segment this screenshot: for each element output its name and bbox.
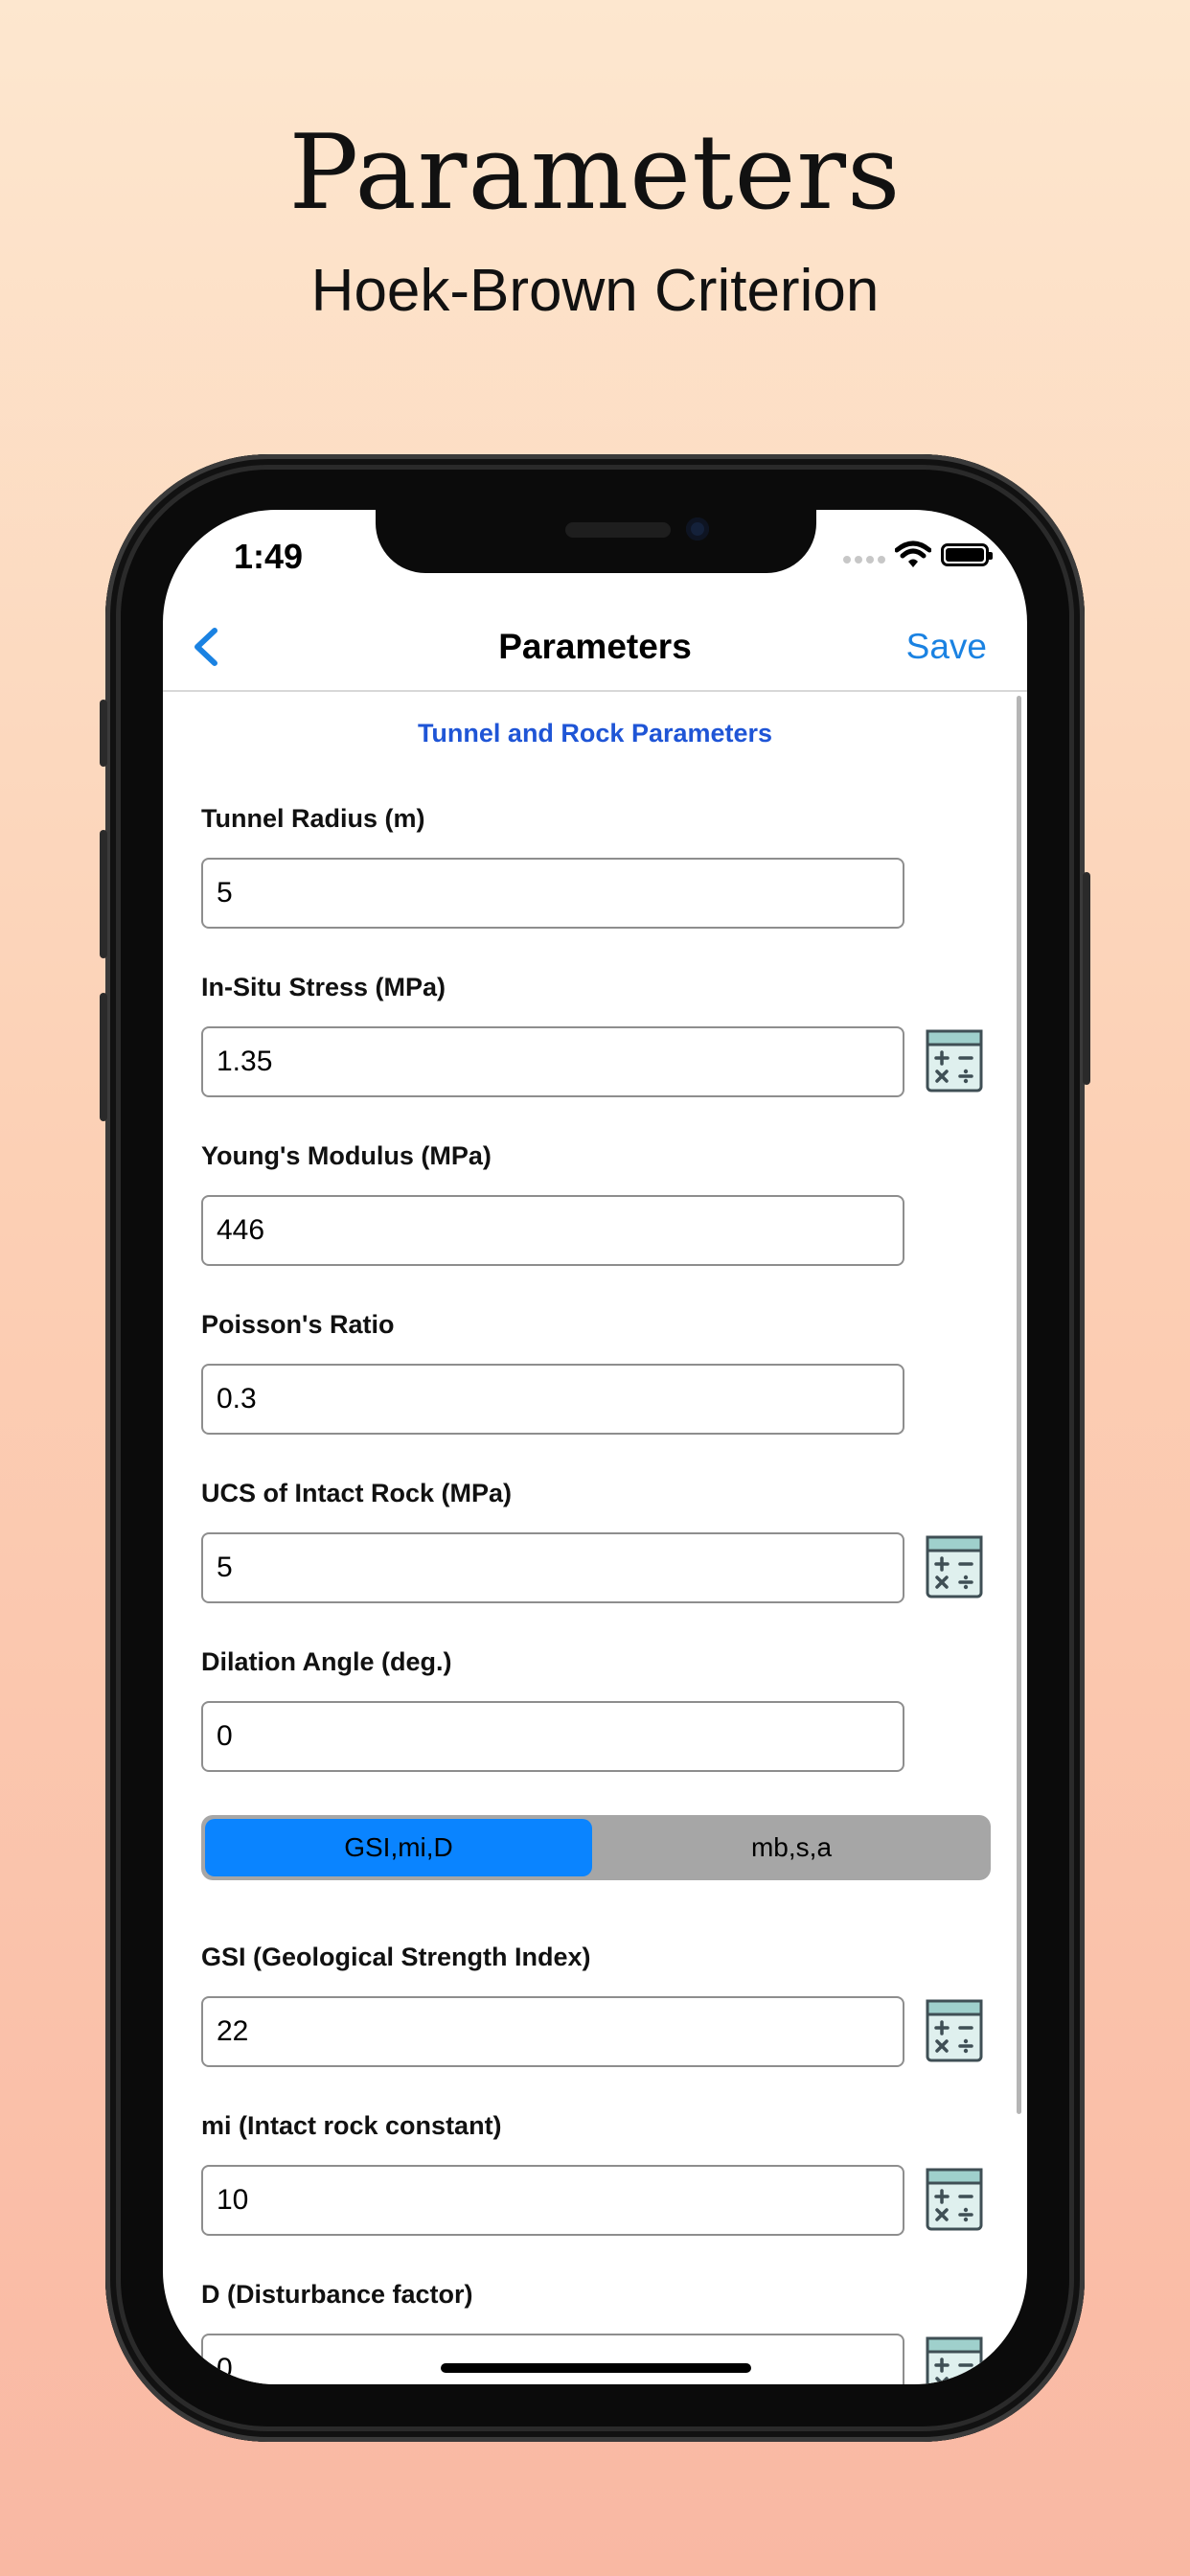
disturbance-factor-label: D (Disturbance factor) — [201, 2280, 473, 2309]
youngs-modulus-input[interactable] — [201, 1195, 904, 1266]
speaker-grille — [565, 522, 671, 538]
scrollbar[interactable] — [1017, 696, 1021, 2114]
calculator-icon[interactable] — [926, 2336, 983, 2384]
save-button[interactable]: Save — [906, 627, 987, 667]
phone-power-button — [1083, 872, 1090, 1085]
segment-mb-s-a[interactable]: mb,s,a — [598, 1819, 985, 1876]
cellular-dots-icon — [843, 540, 885, 569]
battery-icon — [941, 543, 993, 566]
page-title: Parameters — [498, 627, 692, 666]
ucs-label: UCS of Intact Rock (MPa) — [201, 1479, 513, 1507]
home-indicator[interactable] — [441, 2363, 751, 2373]
youngs-modulus-label: Young's Modulus (MPa) — [201, 1141, 492, 1170]
gsi-input[interactable] — [201, 1996, 904, 2067]
gsi-label: GSI (Geological Strength Index) — [201, 1943, 591, 1971]
phone-volume-down — [100, 993, 107, 1121]
app-screen: 1:49 Parameters Save Tunnel and Rock Par… — [163, 510, 1027, 2384]
poissons-ratio-input[interactable] — [201, 1364, 904, 1435]
section-title: Tunnel and Rock Parameters — [417, 719, 773, 748]
camera-icon — [686, 518, 709, 540]
tunnel-radius-input[interactable] — [201, 858, 904, 929]
ucs-input[interactable] — [201, 1532, 904, 1603]
mi-input[interactable] — [201, 2165, 904, 2236]
phone-mute-switch — [100, 700, 107, 767]
promo-title: Parameters — [288, 113, 902, 233]
disturbance-factor-input[interactable] — [201, 2334, 904, 2384]
dilation-angle-label: Dilation Angle (deg.) — [201, 1647, 452, 1676]
wifi-icon — [895, 540, 931, 567]
in-situ-stress-label: In-Situ Stress (MPa) — [201, 973, 446, 1001]
promo-subtitle: Hoek-Brown Criterion — [310, 258, 880, 324]
calculator-icon[interactable] — [926, 1535, 983, 1598]
notch — [376, 510, 816, 573]
chevron-left-icon[interactable] — [184, 623, 232, 671]
dilation-angle-input[interactable] — [201, 1701, 904, 1772]
parameter-mode-segmented-control: GSI,mi,D mb,s,a — [201, 1815, 991, 1880]
calculator-icon[interactable] — [926, 1029, 983, 1092]
calculator-icon[interactable] — [926, 2168, 983, 2231]
phone-volume-up — [100, 830, 107, 958]
mi-label: mi (Intact rock constant) — [201, 2111, 502, 2140]
in-situ-stress-input[interactable] — [201, 1026, 904, 1097]
calculator-icon[interactable] — [926, 1999, 983, 2062]
poissons-ratio-label: Poisson's Ratio — [201, 1310, 395, 1339]
tunnel-radius-label: Tunnel Radius (m) — [201, 804, 425, 833]
status-time: 1:49 — [234, 537, 304, 576]
segment-gsi-mi-d[interactable]: GSI,mi,D — [205, 1819, 592, 1876]
navigation-bar: Parameters Save — [163, 606, 1027, 692]
status-icons — [843, 540, 993, 569]
